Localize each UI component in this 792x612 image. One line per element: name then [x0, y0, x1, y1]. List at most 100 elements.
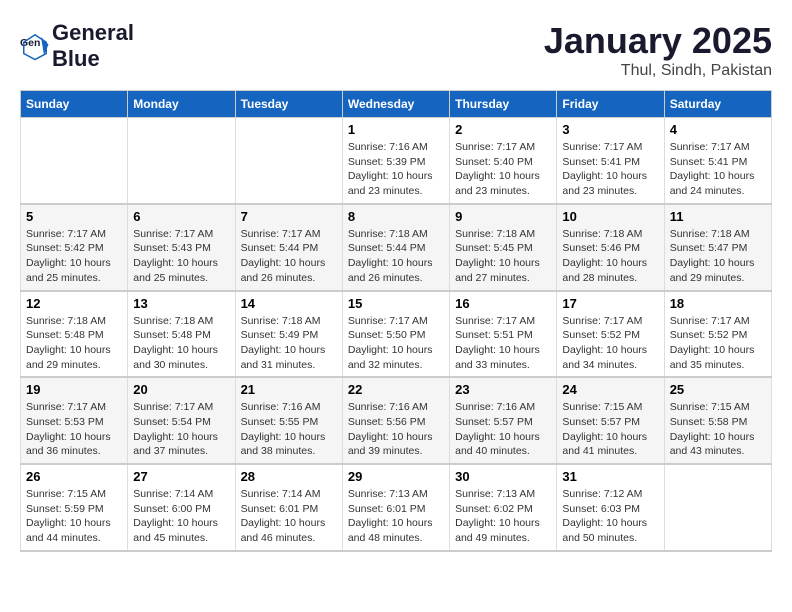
day-number: 19 [26, 382, 122, 397]
calendar-cell: 20 Sunrise: 7:17 AMSunset: 5:54 PMDayligh… [128, 377, 235, 464]
header-wednesday: Wednesday [342, 91, 449, 118]
day-info: Sunrise: 7:18 AMSunset: 5:44 PMDaylight:… [348, 227, 444, 286]
logo: Gen General Blue [20, 20, 134, 72]
day-info: Sunrise: 7:17 AMSunset: 5:51 PMDaylight:… [455, 314, 551, 373]
day-number: 3 [562, 122, 658, 137]
calendar-cell: 6 Sunrise: 7:17 AMSunset: 5:43 PMDaylight… [128, 204, 235, 291]
week-row-5: 26 Sunrise: 7:15 AMSunset: 5:59 PMDayligh… [21, 464, 772, 551]
calendar-cell: 14 Sunrise: 7:18 AMSunset: 5:49 PMDayligh… [235, 291, 342, 378]
calendar-cell: 9 Sunrise: 7:18 AMSunset: 5:45 PMDaylight… [450, 204, 557, 291]
header-sunday: Sunday [21, 91, 128, 118]
day-info: Sunrise: 7:18 AMSunset: 5:49 PMDaylight:… [241, 314, 337, 373]
day-number: 14 [241, 296, 337, 311]
calendar-cell: 7Sunrise: 7:17 AMSunset: 5:44 PMDaylight… [235, 204, 342, 291]
calendar-cell [664, 464, 771, 551]
day-number: 30 [455, 469, 551, 484]
title-block: January 2025 Thul, Sindh, Pakistan [544, 20, 772, 80]
day-number: 17 [562, 296, 658, 311]
week-row-2: 5 Sunrise: 7:17 AMSunset: 5:42 PMDaylight… [21, 204, 772, 291]
calendar-cell: 30 Sunrise: 7:13 AMSunset: 6:02 PMDayligh… [450, 464, 557, 551]
calendar-cell: 16Sunrise: 7:17 AMSunset: 5:51 PMDayligh… [450, 291, 557, 378]
logo-blue: Blue [52, 46, 100, 71]
calendar-cell: 31Sunrise: 7:12 AMSunset: 6:03 PMDayligh… [557, 464, 664, 551]
calendar-cell: 4 Sunrise: 7:17 AMSunset: 5:41 PMDaylight… [664, 118, 771, 204]
day-info: Sunrise: 7:16 AMSunset: 5:57 PMDaylight:… [455, 400, 551, 459]
day-info: Sunrise: 7:17 AMSunset: 5:54 PMDaylight:… [133, 400, 229, 459]
calendar-cell: 26 Sunrise: 7:15 AMSunset: 5:59 PMDayligh… [21, 464, 128, 551]
day-number: 7 [241, 209, 337, 224]
calendar-header-row: SundayMondayTuesdayWednesdayThursdayFrid… [21, 91, 772, 118]
header-saturday: Saturday [664, 91, 771, 118]
calendar-cell: 22Sunrise: 7:16 AMSunset: 5:56 PMDayligh… [342, 377, 449, 464]
page-header: Gen General Blue January 2025 Thul, Sind… [20, 20, 772, 80]
calendar-cell: 21 Sunrise: 7:16 AMSunset: 5:55 PMDayligh… [235, 377, 342, 464]
header-thursday: Thursday [450, 91, 557, 118]
calendar-cell: 13Sunrise: 7:18 AMSunset: 5:48 PMDayligh… [128, 291, 235, 378]
day-info: Sunrise: 7:16 AMSunset: 5:39 PMDaylight:… [348, 140, 444, 199]
calendar-cell: 5 Sunrise: 7:17 AMSunset: 5:42 PMDaylight… [21, 204, 128, 291]
day-info: Sunrise: 7:17 AMSunset: 5:41 PMDaylight:… [562, 140, 658, 199]
day-info: Sunrise: 7:13 AMSunset: 6:02 PMDaylight:… [455, 487, 551, 546]
calendar-cell: 19 Sunrise: 7:17 AMSunset: 5:53 PMDayligh… [21, 377, 128, 464]
day-number: 13 [133, 296, 229, 311]
calendar-cell: 27 Sunrise: 7:14 AMSunset: 6:00 PMDayligh… [128, 464, 235, 551]
day-number: 22 [348, 382, 444, 397]
week-row-4: 19 Sunrise: 7:17 AMSunset: 5:53 PMDayligh… [21, 377, 772, 464]
day-info: Sunrise: 7:17 AMSunset: 5:40 PMDaylight:… [455, 140, 551, 199]
day-number: 18 [670, 296, 766, 311]
day-info: Sunrise: 7:15 AMSunset: 5:57 PMDaylight:… [562, 400, 658, 459]
day-info: Sunrise: 7:15 AMSunset: 5:59 PMDaylight:… [26, 487, 122, 546]
day-info: Sunrise: 7:18 AMSunset: 5:46 PMDaylight:… [562, 227, 658, 286]
week-row-1: 1 Sunrise: 7:16 AMSunset: 5:39 PMDaylight… [21, 118, 772, 204]
day-info: Sunrise: 7:18 AMSunset: 5:47 PMDaylight:… [670, 227, 766, 286]
calendar-cell: 10 Sunrise: 7:18 AMSunset: 5:46 PMDayligh… [557, 204, 664, 291]
day-info: Sunrise: 7:17 AMSunset: 5:53 PMDaylight:… [26, 400, 122, 459]
day-info: Sunrise: 7:18 AMSunset: 5:45 PMDaylight:… [455, 227, 551, 286]
calendar-cell: 1 Sunrise: 7:16 AMSunset: 5:39 PMDaylight… [342, 118, 449, 204]
day-number: 6 [133, 209, 229, 224]
day-number: 4 [670, 122, 766, 137]
day-number: 2 [455, 122, 551, 137]
day-number: 9 [455, 209, 551, 224]
day-number: 10 [562, 209, 658, 224]
header-tuesday: Tuesday [235, 91, 342, 118]
logo-icon: Gen [20, 31, 50, 61]
calendar-cell [235, 118, 342, 204]
day-number: 8 [348, 209, 444, 224]
day-info: Sunrise: 7:17 AMSunset: 5:52 PMDaylight:… [562, 314, 658, 373]
day-number: 29 [348, 469, 444, 484]
calendar-cell: 17 Sunrise: 7:17 AMSunset: 5:52 PMDayligh… [557, 291, 664, 378]
header-monday: Monday [128, 91, 235, 118]
day-number: 5 [26, 209, 122, 224]
day-number: 24 [562, 382, 658, 397]
day-number: 26 [26, 469, 122, 484]
day-info: Sunrise: 7:17 AMSunset: 5:41 PMDaylight:… [670, 140, 766, 199]
day-info: Sunrise: 7:18 AMSunset: 5:48 PMDaylight:… [26, 314, 122, 373]
calendar-cell: 23 Sunrise: 7:16 AMSunset: 5:57 PMDayligh… [450, 377, 557, 464]
calendar-cell: 12 Sunrise: 7:18 AMSunset: 5:48 PMDayligh… [21, 291, 128, 378]
day-info: Sunrise: 7:17 AMSunset: 5:43 PMDaylight:… [133, 227, 229, 286]
day-info: Sunrise: 7:14 AMSunset: 6:00 PMDaylight:… [133, 487, 229, 546]
day-number: 15 [348, 296, 444, 311]
logo-general: General [52, 20, 134, 45]
day-number: 23 [455, 382, 551, 397]
day-number: 11 [670, 209, 766, 224]
day-info: Sunrise: 7:16 AMSunset: 5:55 PMDaylight:… [241, 400, 337, 459]
day-number: 27 [133, 469, 229, 484]
day-number: 1 [348, 122, 444, 137]
day-info: Sunrise: 7:17 AMSunset: 5:52 PMDaylight:… [670, 314, 766, 373]
calendar-cell [21, 118, 128, 204]
calendar-cell: 11 Sunrise: 7:18 AMSunset: 5:47 PMDayligh… [664, 204, 771, 291]
calendar-cell: 2 Sunrise: 7:17 AMSunset: 5:40 PMDaylight… [450, 118, 557, 204]
header-friday: Friday [557, 91, 664, 118]
calendar-cell: 3 Sunrise: 7:17 AMSunset: 5:41 PMDaylight… [557, 118, 664, 204]
day-info: Sunrise: 7:17 AMSunset: 5:42 PMDaylight:… [26, 227, 122, 286]
day-number: 21 [241, 382, 337, 397]
day-number: 20 [133, 382, 229, 397]
day-info: Sunrise: 7:17 AMSunset: 5:50 PMDaylight:… [348, 314, 444, 373]
day-number: 31 [562, 469, 658, 484]
calendar-cell: 18 Sunrise: 7:17 AMSunset: 5:52 PMDayligh… [664, 291, 771, 378]
calendar-cell [128, 118, 235, 204]
calendar-table: SundayMondayTuesdayWednesdayThursdayFrid… [20, 90, 772, 552]
day-number: 12 [26, 296, 122, 311]
